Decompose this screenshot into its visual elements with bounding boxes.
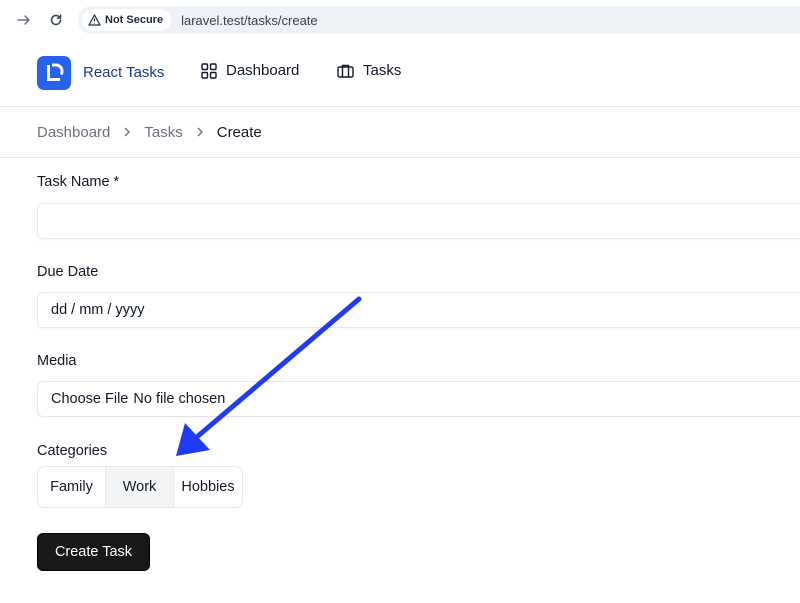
chevron-right-icon xyxy=(123,127,131,137)
category-family[interactable]: Family xyxy=(38,467,106,507)
category-work[interactable]: Work xyxy=(106,467,174,507)
address-bar[interactable]: Not Secure laravel.test/tasks/create xyxy=(78,6,800,34)
reload-icon xyxy=(50,14,62,26)
breadcrumb-tasks[interactable]: Tasks xyxy=(144,124,182,141)
app-logo[interactable] xyxy=(37,56,71,90)
reload-button[interactable] xyxy=(46,10,66,30)
media-label: Media xyxy=(37,353,77,369)
arrow-right-icon xyxy=(17,15,31,25)
media-file-input[interactable]: Choose File No file chosen xyxy=(37,381,800,417)
nav-tasks-label: Tasks xyxy=(363,62,402,79)
grid-icon xyxy=(201,62,217,79)
nav-tasks[interactable]: Tasks xyxy=(337,62,401,79)
categories-label: Categories xyxy=(37,443,108,459)
due-date-input[interactable]: dd / mm / yyyy xyxy=(37,292,800,328)
nav-dashboard-label: Dashboard xyxy=(226,62,300,79)
due-date-placeholder: dd / mm / yyyy xyxy=(51,302,145,318)
chevron-right-icon xyxy=(196,127,204,137)
breadcrumb-create: Create xyxy=(216,123,262,141)
briefcase-icon xyxy=(337,64,354,78)
brand-name[interactable]: React Tasks xyxy=(83,64,164,81)
browser-toolbar: Not Secure laravel.test/tasks/create xyxy=(0,0,800,41)
breadcrumb: Dashboard Tasks Create xyxy=(0,107,800,158)
logo-icon xyxy=(47,63,64,81)
due-date-label: Due Date xyxy=(37,264,99,280)
nav-dashboard[interactable]: Dashboard xyxy=(201,62,299,79)
categories-toggle-group: Family Work Hobbies xyxy=(37,466,243,508)
warning-icon xyxy=(88,14,101,26)
url-text: laravel.test/tasks/create xyxy=(181,12,318,28)
task-name-input[interactable] xyxy=(37,203,800,239)
file-status-text: No file chosen xyxy=(133,391,226,407)
task-name-label: Task Name * xyxy=(37,174,120,190)
category-hobbies[interactable]: Hobbies xyxy=(174,467,242,507)
create-task-button[interactable]: Create Task xyxy=(37,533,150,571)
breadcrumb-dashboard[interactable]: Dashboard xyxy=(37,124,110,141)
choose-file-button[interactable]: Choose File xyxy=(51,391,128,407)
security-indicator[interactable]: Not Secure xyxy=(82,9,172,31)
app-header: React Tasks Dashboard Tasks xyxy=(0,40,800,107)
forward-button[interactable] xyxy=(14,10,34,30)
security-label: Not Secure xyxy=(105,14,164,26)
